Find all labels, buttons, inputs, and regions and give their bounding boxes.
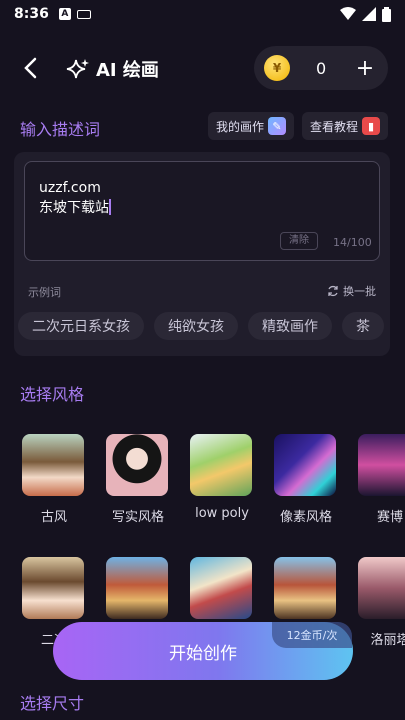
style-thumbnail xyxy=(22,557,84,619)
style-option[interactable]: 赛博 xyxy=(358,434,405,525)
refresh-examples-button[interactable]: 换一批 xyxy=(327,283,376,299)
tutorial-label: 查看教程 xyxy=(310,119,359,134)
style-option[interactable]: 像素风格 xyxy=(274,434,338,525)
coin-icon: ¥ xyxy=(264,55,290,81)
chevron-left-icon xyxy=(24,57,37,79)
book-icon: ▮ xyxy=(362,117,381,135)
example-tag[interactable]: 纯欲女孩 xyxy=(154,312,238,340)
example-tag[interactable]: 精致画作 xyxy=(248,312,332,340)
header: AI 绘画 ¥ 0 + xyxy=(0,44,405,92)
sparkle-icon xyxy=(66,59,89,79)
style-label: 洛丽塔 xyxy=(370,633,405,648)
examples-label: 示例词 xyxy=(28,286,61,299)
prompt-line-2: 东坡下载站 xyxy=(39,198,365,218)
prompt-line-2-text: 东坡下载站 xyxy=(39,200,109,216)
style-option[interactable]: 洛丽塔 xyxy=(358,557,405,648)
style-thumbnail xyxy=(106,434,168,496)
page-title: AI 绘画 xyxy=(96,60,159,81)
style-label: low poly xyxy=(195,506,249,521)
my-paintings-label: 我的画作 xyxy=(216,119,265,134)
style-option[interactable]: 古风 xyxy=(22,434,86,525)
style-label: 写实风格 xyxy=(111,510,164,525)
style-thumbnail xyxy=(274,557,336,619)
status-bar: 8:36 A xyxy=(0,0,405,28)
my-paintings-button[interactable]: 我的画作 ✎ xyxy=(208,112,295,140)
style-thumbnail xyxy=(358,434,405,496)
style-thumbnail xyxy=(358,557,405,619)
style-row-1: 古风 写实风格 low poly 像素风格 赛博 xyxy=(22,434,405,525)
signal-icon xyxy=(362,7,376,21)
prompt-input[interactable]: uzzf.com 东坡下载站 清除 14/100 xyxy=(24,161,380,261)
style-thumbnail xyxy=(274,434,336,496)
tutorial-button[interactable]: 查看教程 ▮ xyxy=(302,112,389,140)
prompt-line-1: uzzf.com xyxy=(39,180,101,196)
style-section-label: 选择风格 xyxy=(20,385,85,404)
palette-icon: ✎ xyxy=(268,117,287,135)
wifi-icon xyxy=(340,7,356,20)
style-label: 古风 xyxy=(40,510,67,525)
style-thumbnail xyxy=(106,557,168,619)
style-option[interactable]: low poly xyxy=(190,434,254,525)
char-count: 14/100 xyxy=(333,236,372,249)
title-wrap: AI 绘画 xyxy=(66,56,159,82)
plus-icon: + xyxy=(355,55,375,81)
text-caret xyxy=(109,199,111,215)
example-tag[interactable]: 二次元日系女孩 xyxy=(18,312,144,340)
example-tag[interactable]: 茶 xyxy=(342,312,384,340)
cost-badge: 12金币/次 xyxy=(272,622,352,648)
example-tags: 二次元日系女孩 纯欲女孩 精致画作 茶 xyxy=(18,312,390,342)
keyboard-icon xyxy=(76,9,91,19)
style-thumbnail xyxy=(190,557,252,619)
input-section-label: 输入描述词 xyxy=(20,120,101,139)
refresh-icon xyxy=(328,285,338,297)
style-label: 赛博 xyxy=(376,510,403,525)
notification-a-icon: A xyxy=(58,8,71,20)
status-time: 8:36 xyxy=(14,6,49,22)
coin-count: 0 xyxy=(316,58,327,78)
prompt-card: uzzf.com 东坡下载站 清除 14/100 示例词 换一批 二次元日系女孩… xyxy=(14,152,390,356)
coin-balance: ¥ 0 + xyxy=(254,46,388,90)
style-thumbnail xyxy=(190,434,252,496)
style-option[interactable]: 写实风格 xyxy=(106,434,170,525)
back-button[interactable] xyxy=(16,54,44,82)
status-indicators xyxy=(340,6,391,22)
refresh-label: 换一批 xyxy=(343,285,376,298)
battery-icon xyxy=(382,6,391,22)
style-label: 像素风格 xyxy=(279,510,332,525)
clear-button[interactable]: 清除 xyxy=(280,232,318,250)
size-section-label: 选择尺寸 xyxy=(20,694,85,713)
add-coins-button[interactable]: + xyxy=(352,55,378,81)
style-thumbnail xyxy=(22,434,84,496)
start-creating-label: 开始创作 xyxy=(169,643,237,664)
